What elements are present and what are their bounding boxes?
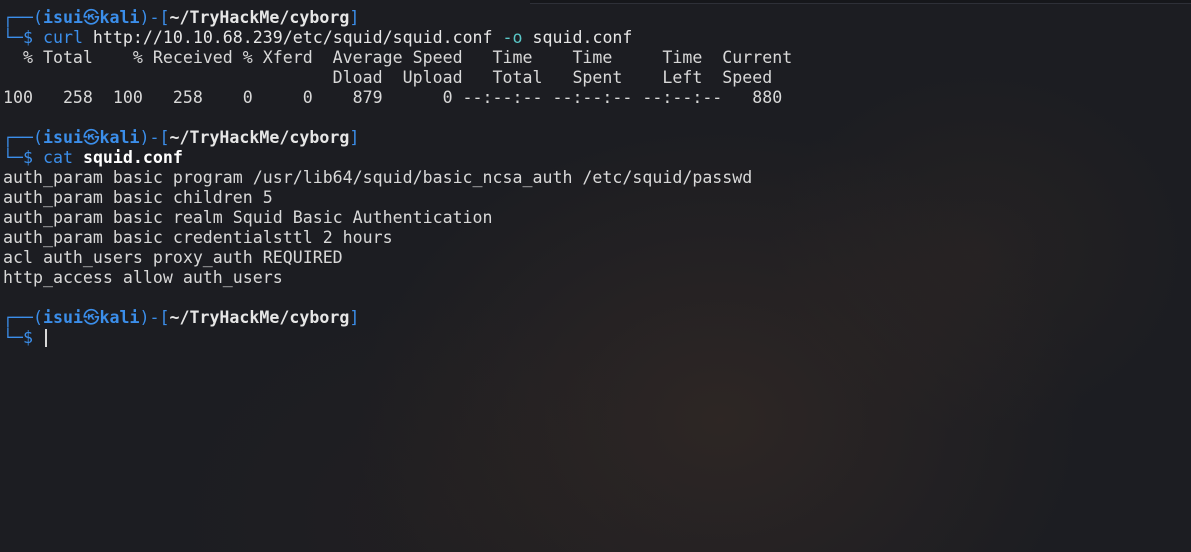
prompt-frame: ┌──( <box>3 128 43 147</box>
prompt-line-3: ┌──(isui㉿kali)-[~/TryHackMe/cyborg] <box>3 308 1191 328</box>
output-line: auth_param basic program /usr/lib64/squi… <box>3 168 753 187</box>
prompt-frame: )-[ <box>139 8 170 27</box>
output-line: % Total % Received % Xferd Average Speed… <box>3 48 793 67</box>
prompt-path: ~/TryHackMe/cyborg <box>169 308 350 327</box>
command-args: http://10.10.68.239/etc/squid/squid.conf <box>82 28 503 47</box>
prompt-user: isui <box>42 8 83 27</box>
prompt-frame: ┌──( <box>3 308 43 327</box>
output-line: Dload Upload Total Spent Left Speed <box>3 68 773 87</box>
command-args <box>73 148 83 167</box>
prompt-frame: ] <box>349 128 360 147</box>
prompt-frame: ] <box>349 8 360 27</box>
prompt-frame: └─ <box>3 28 23 47</box>
prompt-frame: ┌──( <box>3 8 43 27</box>
prompt-user: isui <box>42 308 83 327</box>
prompt-frame: )-[ <box>139 308 170 327</box>
output-line: auth_param basic credentialsttl 2 hours <box>3 228 393 247</box>
prompt-host: kali <box>99 308 140 327</box>
window-top-edge <box>530 0 1191 4</box>
prompt-at-icon: ㉿ <box>82 308 100 327</box>
text-cursor[interactable] <box>44 329 47 347</box>
prompt-at-icon: ㉿ <box>82 8 100 27</box>
prompt-line-2: ┌──(isui㉿kali)-[~/TryHackMe/cyborg] <box>3 128 1191 148</box>
active-command-line[interactable]: └─$ <box>3 328 1191 348</box>
prompt-line-1: ┌──(isui㉿kali)-[~/TryHackMe/cyborg] <box>3 8 1191 28</box>
prompt-frame: └─ <box>3 148 23 167</box>
output-line: 100 258 100 258 0 0 879 0 --:--:-- --:--… <box>3 88 783 107</box>
command-name: cat <box>42 148 73 167</box>
output-line: http_access allow auth_users <box>3 268 283 287</box>
output-line: acl auth_users proxy_auth REQUIRED <box>3 248 343 267</box>
command-name: curl <box>42 28 83 47</box>
command-flag: -o <box>502 28 523 47</box>
prompt-host: kali <box>99 8 140 27</box>
prompt-frame: └─ <box>3 328 23 347</box>
prompt-host: kali <box>99 128 140 147</box>
prompt-path: ~/TryHackMe/cyborg <box>169 8 350 27</box>
command-file-arg: squid.conf <box>82 148 183 167</box>
terminal-window[interactable]: ┌──(isui㉿kali)-[~/TryHackMe/cyborg] └─$ … <box>3 8 1191 552</box>
prompt-path: ~/TryHackMe/cyborg <box>169 128 350 147</box>
command-args: squid.conf <box>522 28 633 47</box>
prompt-symbol: $ <box>22 28 43 47</box>
command-line-1: └─$ curl http://10.10.68.239/etc/squid/s… <box>3 28 1191 48</box>
output-line: auth_param basic realm Squid Basic Authe… <box>3 208 493 227</box>
prompt-frame: )-[ <box>139 128 170 147</box>
prompt-symbol: $ <box>22 148 43 167</box>
prompt-frame: ] <box>349 308 360 327</box>
command-line-2: └─$ cat squid.conf <box>3 148 1191 168</box>
prompt-at-icon: ㉿ <box>82 128 100 147</box>
prompt-user: isui <box>42 128 83 147</box>
prompt-symbol: $ <box>22 328 43 347</box>
output-line: auth_param basic children 5 <box>3 188 273 207</box>
